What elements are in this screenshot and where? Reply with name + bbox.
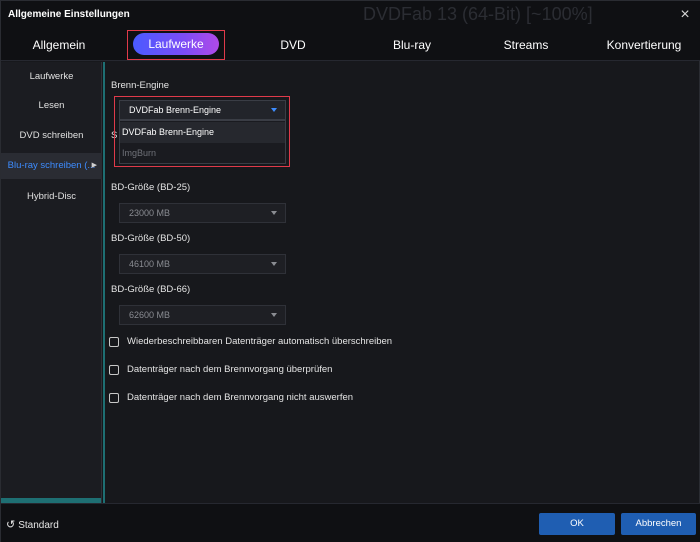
chevron-down-icon bbox=[271, 262, 277, 266]
ok-button[interactable]: OK bbox=[539, 513, 615, 535]
dropdown-option-imgburn[interactable]: ImgBurn bbox=[120, 143, 285, 164]
tab-bar: Allgemein Laufwerke DVD Blu-ray Streams … bbox=[1, 29, 700, 61]
tab-allgemein[interactable]: Allgemein bbox=[19, 29, 99, 61]
background-app-title: DVDFab 13 (64-Bit) [~100%] bbox=[363, 4, 593, 24]
tab-dvd[interactable]: DVD bbox=[263, 29, 323, 61]
sidebar: Laufwerke Lesen DVD schreiben Blu-ray sc… bbox=[1, 62, 102, 503]
sidebar-item-bluray-schreiben[interactable]: Blu-ray schreiben (... ▶ bbox=[1, 153, 102, 179]
sidebar-item-dvd-schreiben[interactable]: DVD schreiben bbox=[1, 123, 102, 149]
verify-checkbox[interactable] bbox=[109, 365, 119, 375]
settings-dialog: Allgemeine Einstellungen DVDFab 13 (64-B… bbox=[0, 0, 700, 542]
bd25-value: 23000 MB bbox=[129, 208, 171, 218]
cancel-button[interactable]: Abbrechen bbox=[621, 513, 696, 535]
chevron-down-icon bbox=[271, 108, 277, 112]
window-title: Allgemeine Einstellungen bbox=[8, 9, 130, 20]
bd25-label: BD-Größe (BD-25) bbox=[111, 182, 191, 193]
checkbox-label: Datenträger nach dem Brennvorgang überpr… bbox=[127, 364, 333, 375]
sidebar-item-label: Blu-ray schreiben (... bbox=[7, 160, 96, 171]
sidebar-item-laufwerke[interactable]: Laufwerke bbox=[1, 64, 102, 90]
sidebar-item-lesen[interactable]: Lesen bbox=[1, 93, 102, 119]
bd50-label: BD-Größe (BD-50) bbox=[111, 233, 191, 244]
bd66-select[interactable]: 62600 MB bbox=[119, 305, 286, 325]
bd25-select[interactable]: 23000 MB bbox=[119, 203, 286, 223]
engine-select[interactable]: DVDFab Brenn-Engine bbox=[119, 100, 286, 120]
checkbox-label: Wiederbeschreibbaren Datenträger automat… bbox=[127, 336, 393, 347]
tab-laufwerke[interactable]: Laufwerke bbox=[133, 33, 219, 55]
bd66-label: BD-Größe (BD-66) bbox=[111, 284, 191, 295]
chevron-down-icon bbox=[271, 313, 277, 317]
sidebar-item-hybrid-disc[interactable]: Hybrid-Disc bbox=[1, 184, 102, 210]
content-left-accent bbox=[103, 62, 105, 503]
overwrite-checkbox[interactable] bbox=[109, 337, 119, 347]
tab-konvertierung[interactable]: Konvertierung bbox=[599, 29, 689, 61]
chevron-right-icon: ▶ bbox=[91, 162, 97, 169]
dialog-footer: ↺ Standard OK Abbrechen bbox=[1, 503, 700, 542]
engine-dropdown-list: DVDFab Brenn-Engine ImgBurn bbox=[119, 120, 286, 164]
dropdown-option-dvdfab[interactable]: DVDFab Brenn-Engine bbox=[120, 122, 285, 143]
reset-label: Standard bbox=[18, 520, 59, 531]
bd50-value: 46100 MB bbox=[129, 259, 171, 269]
chevron-down-icon bbox=[271, 211, 277, 215]
reset-defaults-button[interactable]: ↺ Standard bbox=[6, 518, 59, 531]
engine-select-value: DVDFab Brenn-Engine bbox=[129, 105, 222, 115]
tab-blu-ray[interactable]: Blu-ray bbox=[379, 29, 445, 61]
hidden-label-fragment: S bbox=[111, 130, 118, 141]
close-icon[interactable]: × bbox=[675, 5, 695, 25]
bd66-value: 62600 MB bbox=[129, 310, 171, 320]
no-eject-checkbox[interactable] bbox=[109, 393, 119, 403]
sidebar-item-label: Laufwerke bbox=[29, 71, 74, 82]
engine-label: Brenn-Engine bbox=[111, 80, 170, 91]
checkbox-label: Datenträger nach dem Brennvorgang nicht … bbox=[127, 392, 354, 403]
reset-icon: ↺ bbox=[6, 519, 16, 531]
sidebar-item-label: Hybrid-Disc bbox=[26, 191, 77, 202]
title-bar: Allgemeine Einstellungen DVDFab 13 (64-B… bbox=[1, 1, 700, 29]
bd50-select[interactable]: 46100 MB bbox=[119, 254, 286, 274]
sidebar-item-label: DVD schreiben bbox=[19, 130, 84, 141]
sidebar-item-label: Lesen bbox=[38, 100, 65, 111]
tab-streams[interactable]: Streams bbox=[493, 29, 559, 61]
